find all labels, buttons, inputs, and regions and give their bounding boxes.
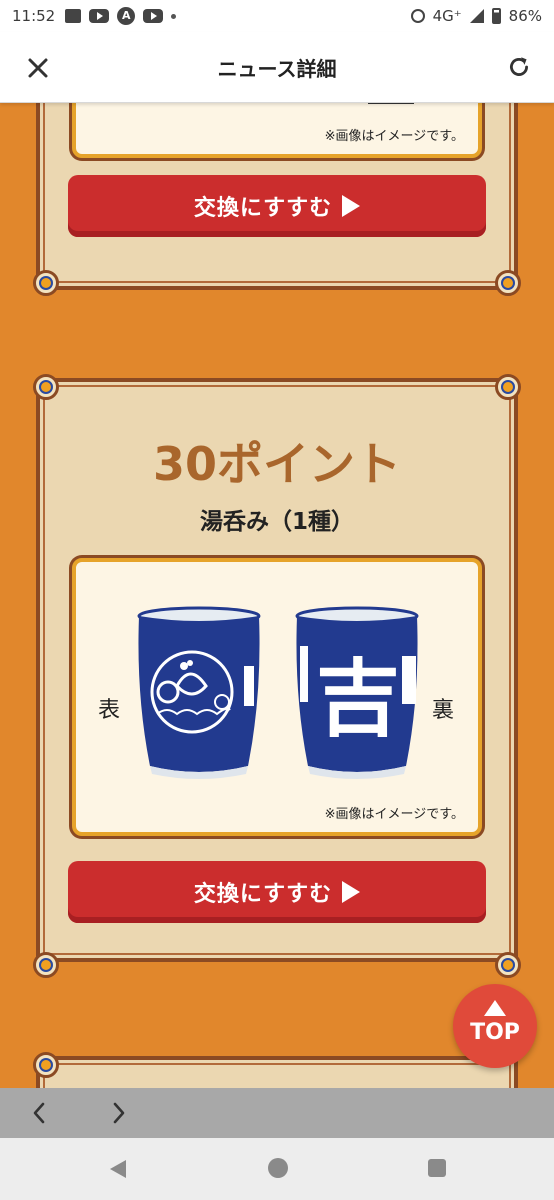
more-notifications-icon xyxy=(171,13,177,19)
battery-level: 86% xyxy=(508,7,542,25)
exchange-button-label: 交換にすすむ xyxy=(193,196,333,221)
exchange-button-label-2: 交換にすすむ xyxy=(193,882,333,907)
alarm-icon xyxy=(410,9,425,23)
image-caption: ※画像はイメージです。 xyxy=(324,129,464,144)
forward-chevron-icon[interactable] xyxy=(106,1101,130,1125)
cup-back-image: 吉 xyxy=(295,606,419,779)
refresh-icon[interactable] xyxy=(506,54,532,80)
corner-ornament xyxy=(33,374,59,400)
reward-panel-3 xyxy=(36,1056,518,1088)
signal-icon xyxy=(469,9,484,23)
back-chevron-icon[interactable] xyxy=(28,1101,52,1125)
notification-icons: A xyxy=(65,7,177,25)
points-title: 30ポイント xyxy=(152,437,401,491)
image-caption-2: ※画像はイメージです。 xyxy=(324,807,464,822)
corner-ornament xyxy=(33,1052,59,1078)
system-recents-icon[interactable] xyxy=(428,1159,446,1177)
news-content[interactable]: ※画像はイメージです。 交換にすすむ 30ポイント 湯呑み（1種） 表 裏 吉 … xyxy=(0,102,554,1088)
up-arrow-icon xyxy=(484,1000,506,1016)
browser-nav-bar xyxy=(0,1088,554,1138)
system-back-icon[interactable] xyxy=(110,1160,126,1178)
scroll-top-label: TOP xyxy=(470,1020,520,1045)
item-name: 湯呑み（1種） xyxy=(199,509,354,535)
play-arrow-icon xyxy=(342,195,361,217)
system-home-icon[interactable] xyxy=(268,1158,288,1178)
corner-ornament xyxy=(495,952,521,978)
corner-ornament xyxy=(33,270,59,296)
back-label: 裏 xyxy=(432,698,455,723)
reward-image-box-2: 表 裏 吉 ※画像はイメージです。 xyxy=(72,558,482,836)
page-title: ニュース詳細 xyxy=(217,56,337,81)
network-type: 4G⁺ xyxy=(432,7,462,25)
exchange-button-2[interactable]: 交換にすすむ xyxy=(68,861,486,923)
corner-ornament xyxy=(33,952,59,978)
cup-front-image xyxy=(137,606,261,779)
exchange-button-1[interactable]: 交換にすすむ xyxy=(68,175,486,237)
youtube-icon-2 xyxy=(143,9,164,23)
reward-panel-2: 30ポイント 湯呑み（1種） 表 裏 吉 ※画像はイメージです。 交換にすすむ xyxy=(36,378,518,962)
app-a-icon: A xyxy=(117,7,136,25)
reward-panel-1: ※画像はイメージです。 交換にすすむ xyxy=(36,102,518,290)
reward-image-box-1: ※画像はイメージです。 xyxy=(72,102,482,158)
battery-icon xyxy=(491,8,501,24)
app-header: ニュース詳細 xyxy=(0,32,554,103)
close-icon[interactable] xyxy=(26,56,50,80)
scroll-top-button[interactable]: TOP xyxy=(453,984,537,1068)
corner-ornament xyxy=(495,374,521,400)
status-bar: 11:52 A 4G⁺ 86% xyxy=(0,0,554,32)
youtube-icon xyxy=(89,9,110,23)
bowl-image xyxy=(186,102,256,110)
status-time: 11:52 xyxy=(12,7,56,25)
system-nav-bar xyxy=(0,1138,554,1200)
play-arrow-icon xyxy=(342,881,361,903)
front-label: 表 xyxy=(98,698,121,723)
mail-icon xyxy=(65,9,82,23)
cup-kanji: 吉 xyxy=(316,650,400,748)
corner-ornament xyxy=(495,270,521,296)
system-status: 4G⁺ 86% xyxy=(410,0,542,32)
